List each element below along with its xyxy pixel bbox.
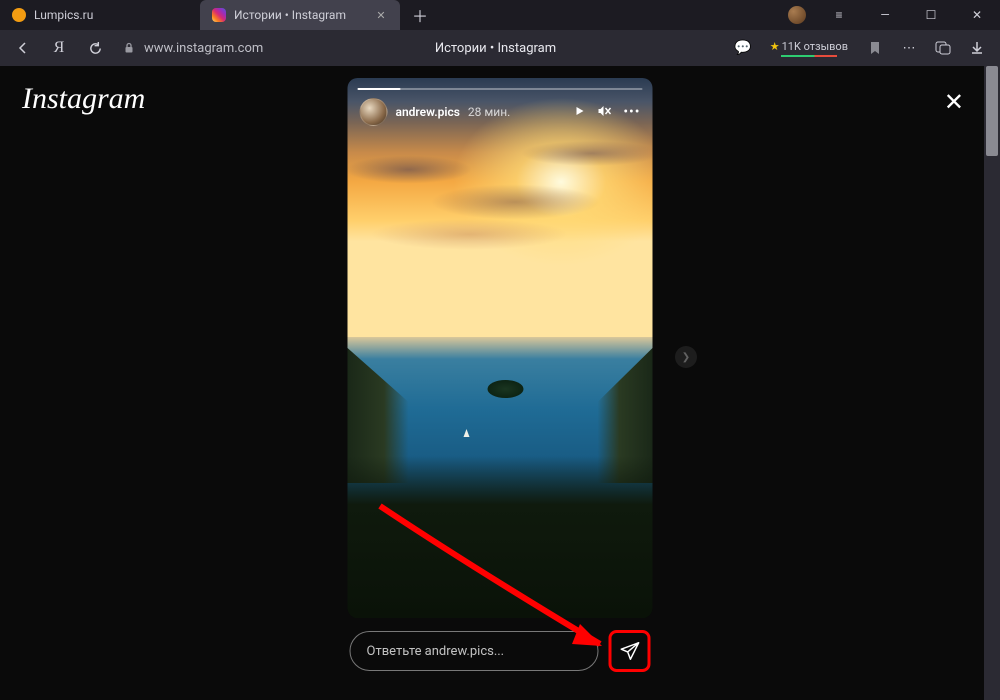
mute-icon[interactable] <box>597 105 611 120</box>
lock-icon <box>122 41 136 55</box>
profile-avatar[interactable] <box>788 6 806 24</box>
clouds-layer <box>348 121 653 283</box>
send-icon <box>619 640 641 662</box>
next-story-button[interactable]: ❯ <box>675 346 697 368</box>
story-progress <box>358 88 643 90</box>
tab-lumpics[interactable]: Lumpics.ru <box>0 0 200 30</box>
reviews-text: 11K отзывов <box>782 40 848 53</box>
close-window-button[interactable]: ✕ <box>954 0 1000 30</box>
minimize-button[interactable]: ― <box>862 0 908 30</box>
reviews-badge[interactable]: ★ 11K отзывов <box>762 40 856 57</box>
instagram-logo[interactable]: Instagram <box>22 82 145 116</box>
send-button[interactable] <box>609 630 651 672</box>
page-title: Истории • Instagram <box>269 41 721 56</box>
forest-layer <box>348 456 653 618</box>
play-icon[interactable] <box>573 105 585 120</box>
scrollbar[interactable] <box>984 66 1000 700</box>
yandex-icon[interactable]: Я <box>44 33 74 63</box>
new-tab-button[interactable]: ＋ <box>406 1 434 29</box>
scrollbar-thumb[interactable] <box>986 66 998 156</box>
back-button[interactable] <box>8 33 38 63</box>
tab-instagram[interactable]: Истории • Instagram ✕ <box>200 0 400 30</box>
story-time: 28 мин. <box>468 105 510 119</box>
story-progress-fill <box>358 88 401 90</box>
url-bar[interactable]: www.instagram.com <box>122 34 263 62</box>
story-more-icon[interactable]: ••• <box>623 104 640 120</box>
download-icon[interactable] <box>962 33 992 63</box>
story-username[interactable]: andrew.pics <box>396 105 460 119</box>
url-host: www.instagram.com <box>144 41 263 56</box>
reply-row <box>348 630 653 672</box>
reload-button[interactable] <box>80 33 110 63</box>
page-content: Instagram ✕ <box>0 66 1000 700</box>
reply-input[interactable] <box>350 631 599 671</box>
translate-icon[interactable]: 💬 <box>728 33 758 63</box>
close-icon[interactable]: ✕ <box>374 8 388 22</box>
star-icon: ★ <box>770 40 780 53</box>
bookmark-icon[interactable] <box>860 33 890 63</box>
browser-titlebar: Lumpics.ru Истории • Instagram ✕ ＋ ≡ ― ☐… <box>0 0 1000 30</box>
favicon-lumpics <box>12 8 26 22</box>
sidebar-icon[interactable] <box>928 33 958 63</box>
tab-title: Lumpics.ru <box>34 8 188 22</box>
tab-title: Истории • Instagram <box>234 8 366 22</box>
more-icon[interactable]: ⋯ <box>894 33 924 63</box>
close-story-button[interactable]: ✕ <box>944 88 964 116</box>
story-container: andrew.pics 28 мин. ••• <box>348 78 653 672</box>
browser-toolbar: Я www.instagram.com Истории • Instagram … <box>0 30 1000 66</box>
menu-icon[interactable]: ≡ <box>816 0 862 30</box>
boat <box>463 429 469 437</box>
reviews-bar <box>781 55 837 57</box>
user-avatar[interactable] <box>360 98 388 126</box>
favicon-instagram <box>212 8 226 22</box>
story-header: andrew.pics 28 мин. ••• <box>360 98 641 126</box>
maximize-button[interactable]: ☐ <box>908 0 954 30</box>
story-media[interactable]: andrew.pics 28 мин. ••• <box>348 78 653 618</box>
